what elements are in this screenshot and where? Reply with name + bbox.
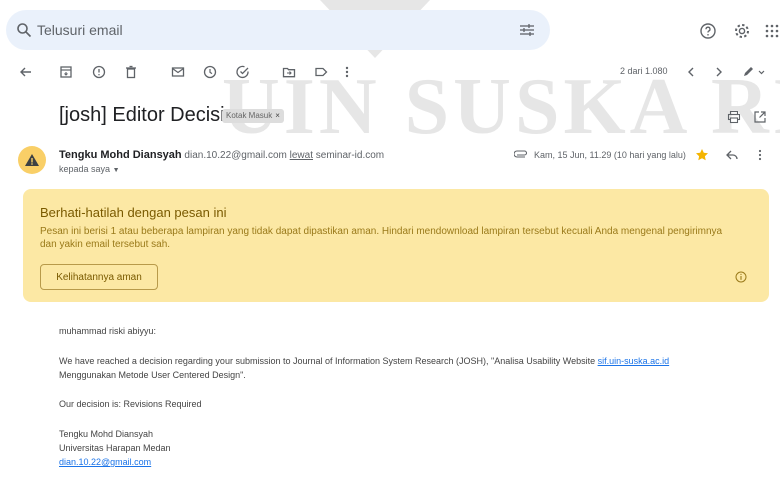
- warning-icon: [24, 152, 40, 168]
- recipient-dropdown[interactable]: kepada saya ▼: [59, 164, 120, 174]
- sender-email: dian.10.22@gmail.com: [184, 150, 287, 161]
- warning-title: Berhati-hatilah dengan pesan ini: [40, 205, 227, 220]
- inbox-label-text: Kotak Masuk: [226, 111, 273, 120]
- body-line-1: We have reached a decision regarding you…: [59, 356, 669, 366]
- body-line-1-text: We have reached a decision regarding you…: [59, 356, 598, 366]
- signature-name: Tengku Mohd Diansyah: [59, 429, 154, 439]
- looks-safe-button[interactable]: Kelihatannya aman: [40, 264, 158, 290]
- tune-icon[interactable]: [518, 22, 536, 38]
- sender-avatar[interactable]: [18, 146, 46, 174]
- via-domain: seminar-id.com: [315, 150, 385, 161]
- inbox-label-chip[interactable]: Kotak Masuk ×: [222, 109, 284, 123]
- more-vert-icon[interactable]: [757, 148, 763, 162]
- via-link[interactable]: lewat: [290, 150, 313, 161]
- print-icon[interactable]: [727, 110, 741, 124]
- snooze-icon[interactable]: [202, 64, 218, 80]
- signature-email-line: dian.10.22@gmail.com: [59, 457, 151, 467]
- sender-line: Tengku Mohd Diansyah dian.10.22@gmail.co…: [59, 149, 384, 161]
- search-icon[interactable]: [16, 22, 32, 38]
- decision-text: Our decision is: Revisions Required: [59, 399, 202, 409]
- attachment-icon: [514, 150, 528, 160]
- warning-body: Pesan ini berisi 1 atau beberapa lampira…: [40, 226, 723, 250]
- help-icon[interactable]: [699, 22, 717, 40]
- label-remove-icon[interactable]: ×: [275, 109, 280, 123]
- message-datetime: Kam, 15 Jun, 11.29 (10 hari yang lalu): [534, 150, 686, 160]
- next-icon[interactable]: [711, 64, 727, 80]
- star-icon[interactable]: [695, 148, 709, 162]
- back-icon[interactable]: [18, 64, 34, 80]
- sender-name[interactable]: Tengku Mohd Diansyah: [59, 149, 182, 161]
- info-icon[interactable]: [735, 271, 747, 283]
- more-vert-icon[interactable]: [343, 64, 351, 80]
- signature-email-link[interactable]: dian.10.22@gmail.com: [59, 457, 151, 467]
- delete-icon[interactable]: [123, 64, 139, 80]
- mark-unread-icon[interactable]: [170, 64, 186, 80]
- prev-icon[interactable]: [683, 64, 699, 80]
- search-input[interactable]: [37, 20, 467, 40]
- archive-icon[interactable]: [58, 64, 74, 80]
- body-line-2: Menggunakan Metode User Centered Design"…: [59, 370, 246, 380]
- apps-icon[interactable]: [765, 24, 779, 38]
- label-icon[interactable]: [313, 64, 329, 80]
- add-task-icon[interactable]: [235, 64, 251, 80]
- pager-text: 2 dari 1.080: [620, 66, 668, 76]
- reply-icon[interactable]: [725, 148, 739, 162]
- move-to-icon[interactable]: [281, 64, 297, 80]
- signature-org: Universitas Harapan Medan: [59, 443, 171, 453]
- search-bar[interactable]: [6, 10, 550, 50]
- gear-icon[interactable]: [733, 22, 751, 40]
- recipient-text: kepada saya: [59, 164, 111, 174]
- pen-icon[interactable]: [740, 64, 766, 80]
- chevron-down-icon: ▼: [112, 167, 120, 174]
- website-link[interactable]: sif.uin-suska.ac.id: [598, 356, 670, 366]
- report-spam-icon[interactable]: [91, 64, 107, 80]
- warning-banner: Berhati-hatilah dengan pesan ini Pesan i…: [23, 189, 769, 302]
- email-subject: [josh] Editor Decision: [59, 104, 247, 126]
- greeting: muhammad riski abiyyu:: [59, 326, 157, 336]
- open-new-window-icon[interactable]: [753, 110, 767, 124]
